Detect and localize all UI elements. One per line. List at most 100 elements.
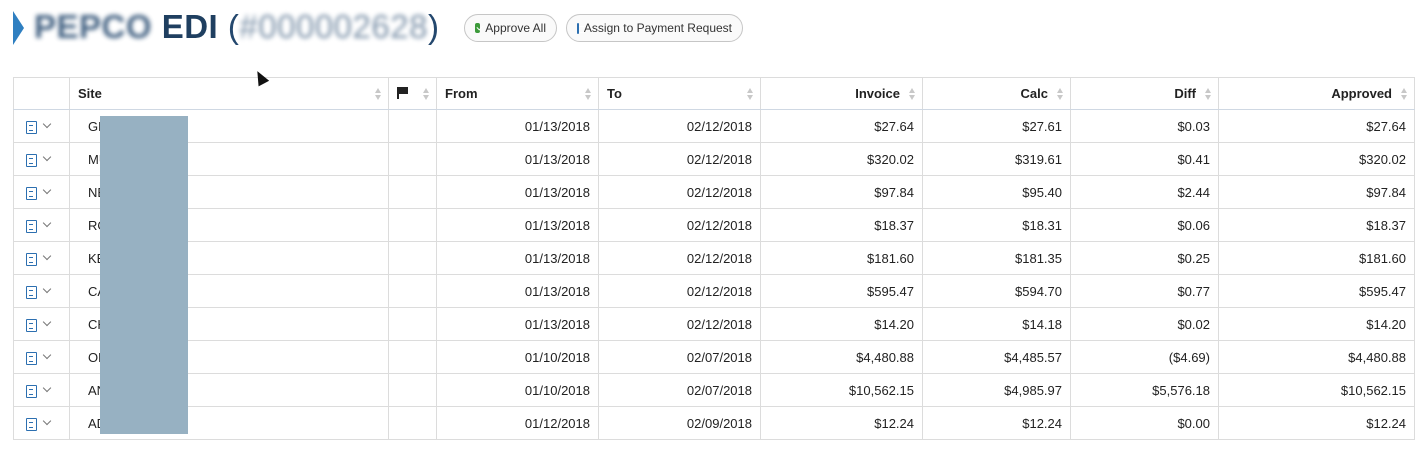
chevron-down-icon[interactable] — [42, 285, 52, 294]
diff-column-header[interactable]: Diff — [1070, 77, 1219, 110]
row-actions[interactable] — [13, 109, 70, 143]
calc-column-header[interactable]: Calc — [922, 77, 1071, 110]
flag-cell[interactable] — [388, 142, 437, 176]
flag-column-header[interactable] — [388, 77, 437, 110]
redaction-block — [100, 116, 188, 434]
to-column-header[interactable]: To — [598, 77, 761, 110]
invoice-cell: $18.37 — [760, 208, 923, 242]
flag-cell[interactable] — [388, 208, 437, 242]
approve-all-label: Approve All — [485, 21, 546, 35]
approved-column-header[interactable]: Approved — [1218, 77, 1415, 110]
chevron-down-icon[interactable] — [42, 153, 52, 162]
chevron-down-icon[interactable] — [42, 120, 52, 129]
invoice-column-header[interactable]: Invoice — [760, 77, 923, 110]
table-header-row: Site From To Invoice Calc Diff Approved — [13, 77, 1415, 110]
calc-cell: $319.61 — [922, 142, 1071, 176]
from-cell: 01/13/2018 — [436, 241, 599, 275]
from-column-header[interactable]: From — [436, 77, 599, 110]
invoice-cell: $12.24 — [760, 406, 923, 440]
approve-all-button[interactable]: Approve All — [464, 14, 557, 42]
chevron-down-icon[interactable] — [42, 318, 52, 327]
approved-cell[interactable]: $27.64 — [1218, 109, 1415, 143]
vendor-name: PEPCO — [34, 8, 153, 45]
chevron-down-icon[interactable] — [42, 252, 52, 261]
flag-cell[interactable] — [388, 373, 437, 407]
table-row[interactable]: CH LANE01/13/201802/12/2018$14.20$14.18$… — [13, 307, 1415, 341]
document-icon[interactable] — [26, 384, 37, 398]
approved-cell[interactable]: $18.37 — [1218, 208, 1415, 242]
from-cell: 01/13/2018 — [436, 307, 599, 341]
to-cell: 02/12/2018 — [598, 109, 761, 143]
document-icon[interactable] — [26, 252, 37, 266]
approved-cell[interactable]: $97.84 — [1218, 175, 1415, 209]
row-actions[interactable] — [13, 373, 70, 407]
row-actions[interactable] — [13, 241, 70, 275]
document-icon[interactable] — [26, 351, 37, 365]
approved-cell[interactable]: $320.02 — [1218, 142, 1415, 176]
diff-cell: $0.00 — [1070, 406, 1219, 440]
sort-icon — [375, 88, 382, 100]
to-cell: 02/12/2018 — [598, 208, 761, 242]
document-icon[interactable] — [26, 285, 37, 299]
document-icon[interactable] — [26, 219, 37, 233]
chevron-down-icon[interactable] — [42, 417, 52, 426]
table-row[interactable]: NE PRV01/13/201802/12/2018$97.84$95.40$2… — [13, 175, 1415, 209]
document-icon[interactable] — [26, 186, 37, 200]
calc-cell: $181.35 — [922, 241, 1071, 275]
document-icon — [577, 22, 584, 34]
approved-cell[interactable]: $10,562.15 — [1218, 373, 1415, 407]
chevron-down-icon[interactable] — [42, 219, 52, 228]
chevron-down-icon[interactable] — [42, 384, 52, 393]
row-actions[interactable] — [13, 274, 70, 308]
calc-cell: $4,985.97 — [922, 373, 1071, 407]
to-cell: 02/12/2018 — [598, 241, 761, 275]
document-icon[interactable] — [26, 417, 37, 431]
table-row[interactable]: RO 01/13/2018 02/12/2018 $18.37 $18.31 $0.06 $… — [13, 208, 1415, 242]
table-row[interactable]: KE RV01/13/201802/12/2018$181.60$181.35$… — [13, 241, 1415, 275]
assign-to-payment-request-button[interactable]: Assign to Payment Request — [566, 14, 743, 42]
table-row[interactable]: GR PRV01/13/201802/12/2018$27.64$27.61$0… — [13, 109, 1415, 143]
document-icon[interactable] — [26, 153, 37, 167]
sort-icon — [423, 88, 430, 100]
sort-icon — [1057, 88, 1064, 100]
table-row[interactable]: AD 01/12/2018 02/09/2018 $12.24 $12.24 $0.00 $… — [13, 406, 1415, 440]
approved-cell[interactable]: $4,480.88 — [1218, 340, 1415, 374]
row-actions[interactable] — [13, 175, 70, 209]
flag-cell[interactable] — [388, 406, 437, 440]
flag-cell[interactable] — [388, 340, 437, 374]
flag-cell[interactable] — [388, 175, 437, 209]
approved-cell[interactable]: $12.24 — [1218, 406, 1415, 440]
table-row[interactable]: CA 01/13/2018 02/12/2018 $595.47 $594.70 $0.7… — [13, 274, 1415, 308]
document-icon[interactable] — [26, 318, 37, 332]
calc-cell: $27.61 — [922, 109, 1071, 143]
approved-cell[interactable]: $595.47 — [1218, 274, 1415, 308]
calc-cell: $12.24 — [922, 406, 1071, 440]
row-actions[interactable] — [13, 340, 70, 374]
approved-cell[interactable]: $181.60 — [1218, 241, 1415, 275]
row-actions[interactable] — [13, 307, 70, 341]
flag-cell[interactable] — [388, 307, 437, 341]
from-cell: 01/10/2018 — [436, 340, 599, 374]
diff-cell: $0.41 — [1070, 142, 1219, 176]
table-row[interactable]: OL 01/10/2018 02/07/2018 $4,480.88 $4,485.57… — [13, 340, 1415, 374]
chevron-down-icon[interactable] — [42, 186, 52, 195]
row-actions[interactable] — [13, 208, 70, 242]
site-column-header[interactable]: Site — [69, 77, 389, 110]
to-cell: 02/09/2018 — [598, 406, 761, 440]
table-row[interactable]: AN D01/10/201802/07/2018$10,562.15$4,985… — [13, 373, 1415, 407]
from-cell: 01/13/2018 — [436, 208, 599, 242]
document-icon[interactable] — [26, 120, 37, 134]
invoice-cell: $181.60 — [760, 241, 923, 275]
from-cell: 01/13/2018 — [436, 274, 599, 308]
flag-cell[interactable] — [388, 109, 437, 143]
row-actions[interactable] — [13, 406, 70, 440]
collapse-caret-icon[interactable] — [13, 11, 24, 45]
flag-cell[interactable] — [388, 274, 437, 308]
approved-cell[interactable]: $14.20 — [1218, 307, 1415, 341]
invoice-cell: $27.64 — [760, 109, 923, 143]
table-row[interactable]: MU 01/13/2018 02/12/2018 $320.02 $319.61 $0.4… — [13, 142, 1415, 176]
row-actions[interactable] — [13, 142, 70, 176]
from-cell: 01/12/2018 — [436, 406, 599, 440]
chevron-down-icon[interactable] — [42, 351, 52, 360]
flag-cell[interactable] — [388, 241, 437, 275]
